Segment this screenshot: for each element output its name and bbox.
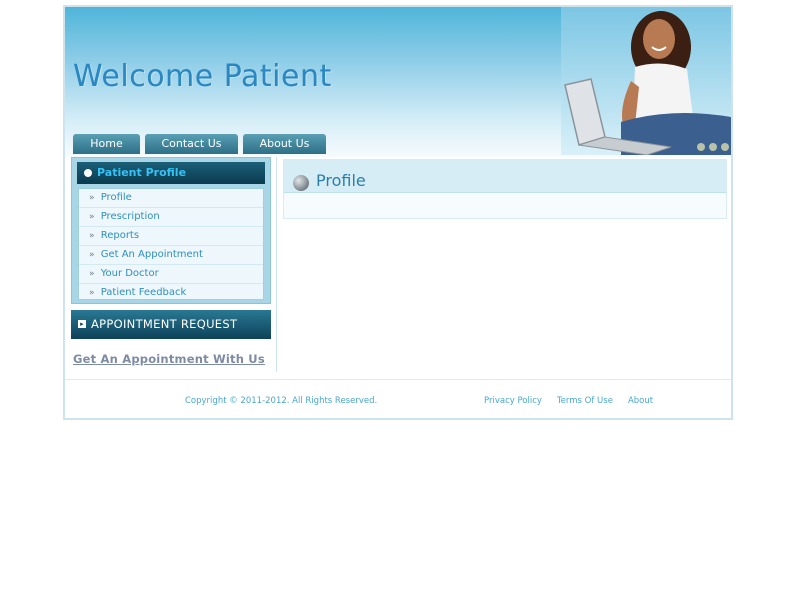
menu-item-label: Get An Appointment — [100, 249, 203, 260]
menu-item-profile[interactable]: » Profile — [79, 189, 263, 208]
copyright-text: Copyright © 2011-2012. All Rights Reserv… — [185, 396, 378, 406]
menu-item-label: Patient Feedback — [100, 287, 187, 298]
menu-item-your-doctor[interactable]: » Your Doctor — [79, 265, 263, 284]
menu-item-prescription[interactable]: » Prescription — [79, 208, 263, 227]
footer-link-about[interactable]: About — [628, 396, 653, 406]
menu-item-patient-feedback[interactable]: » Patient Feedback — [79, 284, 263, 302]
profile-menu: » Profile » Prescription » Reports » Get… — [78, 188, 264, 300]
patient-profile-heading: Patient Profile — [77, 162, 265, 184]
arrow-box-icon: ▸ — [78, 320, 86, 328]
menu-item-label: Your Doctor — [100, 268, 159, 279]
nav-about-button[interactable]: About Us — [243, 134, 326, 154]
double-chevron-icon: » — [89, 288, 95, 298]
menu-item-label: Profile — [100, 192, 132, 203]
footer-link-terms[interactable]: Terms Of Use — [557, 396, 613, 406]
footer-divider — [65, 379, 731, 380]
header-banner: Welcome Patient Home Contact Us About Us — [65, 7, 731, 157]
double-chevron-icon: » — [89, 269, 95, 279]
menu-item-reports[interactable]: » Reports — [79, 227, 263, 246]
double-chevron-icon: » — [89, 212, 95, 222]
column-divider — [276, 157, 277, 372]
footer-links: Privacy Policy Terms Of Use About — [484, 396, 653, 406]
profile-content-header: Profile — [284, 160, 726, 193]
globe-icon — [293, 175, 309, 191]
footer-link-privacy[interactable]: Privacy Policy — [484, 396, 542, 406]
double-chevron-icon: » — [89, 250, 95, 260]
content-title: Profile — [316, 171, 366, 190]
menu-item-label: Prescription — [100, 211, 160, 222]
menu-item-get-appointment[interactable]: » Get An Appointment — [79, 246, 263, 265]
nav-contact-button[interactable]: Contact Us — [145, 134, 238, 154]
patient-profile-panel: Patient Profile » Profile » Prescription… — [71, 157, 271, 304]
menu-item-label: Reports — [100, 230, 140, 241]
double-chevron-icon: » — [89, 193, 95, 203]
page-title: Welcome Patient — [73, 59, 332, 94]
page-container: Welcome Patient Home Contact Us About Us… — [63, 5, 733, 420]
nav-home-button[interactable]: Home — [73, 134, 140, 154]
appointment-link[interactable]: Get An Appointment With Us — [73, 352, 265, 366]
profile-content-panel: Profile — [283, 159, 727, 219]
appointment-request-heading: ▸ APPOINTMENT REQUEST — [71, 310, 271, 339]
appointment-request-label: APPOINTMENT REQUEST — [91, 317, 238, 331]
patient-profile-heading-label: Patient Profile — [97, 166, 187, 179]
double-chevron-icon: » — [89, 231, 95, 241]
hero-image — [561, 7, 731, 155]
main-nav: Home Contact Us About Us — [73, 134, 326, 154]
bullet-icon — [84, 169, 92, 177]
